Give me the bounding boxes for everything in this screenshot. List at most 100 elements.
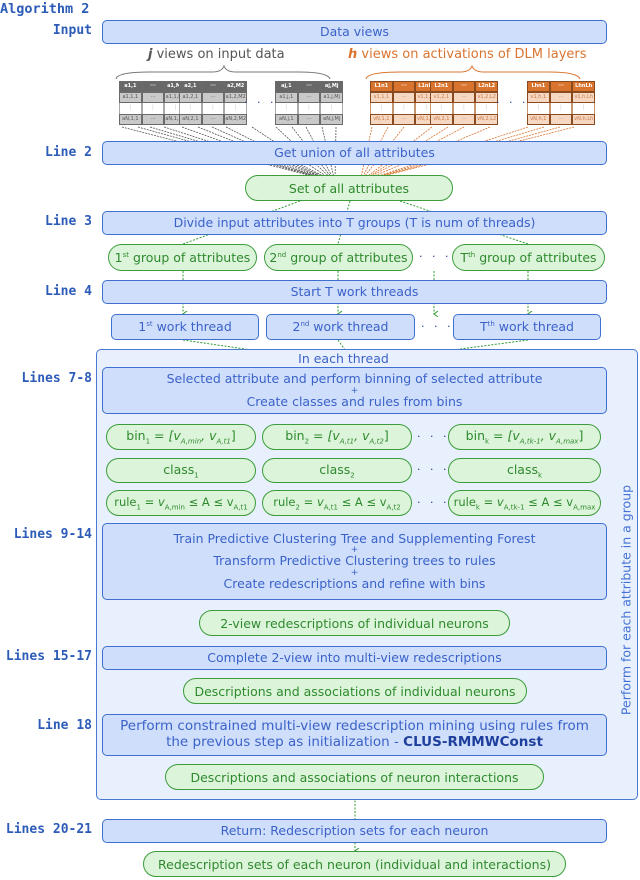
group-label: group of attributes — [286, 250, 408, 265]
thread-label: work thread — [309, 318, 389, 334]
bin-index: 2 — [304, 437, 310, 446]
cell: ··· — [549, 92, 573, 103]
classes-ellipsis: · · · — [417, 463, 450, 476]
label-lines-7-8: Lines 7-8 — [21, 371, 92, 386]
orange-tables-ellipsis: · · · — [496, 96, 529, 109]
constrained-line-2-text: the previous step as initialization - — [166, 734, 404, 750]
cell: aj,Mj — [320, 81, 344, 92]
thread-label: work thread — [494, 318, 574, 334]
work-thread-2: 2nd work thread — [266, 314, 415, 340]
bin-1-expr: bin1 = [vA,min, vA,t1] — [126, 428, 236, 446]
cell: ⋮ — [141, 103, 165, 114]
rules-ellipsis: · · · — [417, 496, 450, 509]
rule-1: rule1 = vA,min ≤ A ≤ vA,t1 — [106, 490, 256, 516]
set-of-all-attributes: Set of all attributes — [245, 175, 453, 201]
cell: vN,h,1 — [527, 114, 550, 125]
constrained-line-2: the previous step as initialization - CL… — [166, 734, 543, 751]
cell: a2,M2 — [224, 81, 248, 92]
label-line-3: Line 3 — [45, 214, 92, 229]
group-2-text: 2nd group of attributes — [269, 250, 407, 265]
gray-tables-ellipsis: · · · — [244, 96, 277, 109]
loop-label: Perform for each attribute in a group — [618, 484, 634, 716]
class-k-text: classk — [507, 462, 542, 480]
bin-lower: [v — [507, 428, 520, 444]
label-line-2: Line 2 — [45, 145, 92, 160]
rule-lower-sub: A,tk-1 — [503, 503, 525, 512]
attribute-group-2: 2nd group of attributes — [264, 244, 413, 271]
groups-ellipsis: · · · — [419, 250, 452, 263]
cell: aN,1,1 — [119, 114, 142, 125]
class-index: k — [537, 471, 543, 480]
bin-k-expr: bink = [vA,tk-1, vA,max] — [465, 428, 584, 446]
activation-view-table-1: L1n1 ··· L1nL1 v1,1,1 ··· v1,1,L1 ⋮ ⋮ ⋮ vN,1,1… — [370, 81, 439, 125]
train-line-3: Create redescriptions and refine with bi… — [223, 575, 486, 591]
label-line-18: Line 18 — [37, 718, 92, 733]
rule-lower-sub: A,min — [164, 503, 185, 512]
input-view-table-2: a2,1 ··· a2,M2 a1,2,1 ··· a1,2,M2 ⋮ ⋮ ⋮ aN,2,1… — [179, 81, 248, 125]
rule-k-expr: rulek = vA,tk-1 ≤ A ≤ vA,max — [453, 494, 596, 512]
complete-step-box: Complete 2-view into multi-view redescri… — [102, 646, 607, 670]
cell: ⋮ — [430, 103, 453, 114]
cell: LhnLh — [572, 81, 596, 92]
thread-ordinal: 1 — [138, 318, 147, 334]
cell: ··· — [452, 92, 476, 103]
bins-ellipsis: · · · — [417, 430, 450, 443]
divide-step-text: Divide input attributes into T groups (T… — [173, 214, 536, 230]
bin-2: bin2 = [vA,t1, vA,t2] — [262, 424, 412, 450]
cell: ··· — [392, 92, 416, 103]
binning-line-1: Selected attribute and perform binning o… — [166, 371, 543, 387]
class-2: class2 — [262, 458, 412, 483]
cell: ⋮ — [549, 103, 573, 114]
rule-var: v — [157, 494, 165, 509]
thread-ordinal: T — [480, 318, 488, 334]
input-view-table-j: aj,1 ··· aj,Mj a1,j,1 ··· a1,j,Mj ⋮ ⋮ ⋮ aN,j,1… — [275, 81, 344, 125]
label-lines-9-14: Lines 9-14 — [13, 527, 92, 542]
cell: aN,2,M2 — [224, 114, 248, 125]
cell: ··· — [201, 81, 225, 92]
rule-mid: ≤ A ≤ v — [524, 494, 574, 509]
divide-step-box: Divide input attributes into T groups (T… — [102, 211, 607, 235]
cell: ··· — [452, 81, 476, 92]
union-step-box: Get union of all attributes — [102, 141, 607, 165]
cell: vN,h,Lh — [572, 114, 596, 125]
bin-lower: [v — [168, 428, 181, 444]
cell: v1,1,1 — [370, 92, 393, 103]
cell: ··· — [297, 114, 321, 125]
group-ordinal: T — [460, 250, 469, 265]
bin-lower-sub: A,t1 — [339, 437, 355, 446]
activation-view-table-2: L2n1 ··· L2nL2 v1,2,1 ··· v1,2,L2 ⋮ ⋮ ⋮ vN,2,1… — [430, 81, 499, 125]
rule-k: rulek = vA,tk-1 ≤ A ≤ vA,max — [448, 490, 601, 516]
cell: aN,2,1 — [179, 114, 202, 125]
cell: a2,1 — [179, 81, 202, 92]
two-view-text: 2-view redescriptions of individual neur… — [220, 615, 489, 631]
class-index: 1 — [194, 471, 199, 480]
class-k: classk — [448, 458, 601, 483]
constrained-mining-box: Perform constrained multi-view redescrip… — [102, 714, 607, 756]
bin-close: ] — [578, 428, 584, 444]
bin-sep: , v — [540, 428, 557, 444]
bin-close: ] — [383, 428, 389, 444]
rule-upper-sub: A,max — [573, 503, 596, 512]
union-step-text: Get union of all attributes — [274, 144, 435, 160]
attribute-group-t: Tth group of attributes — [452, 244, 605, 271]
bin-index: k — [485, 437, 490, 446]
rule-var: v — [316, 494, 324, 509]
rule-2-expr: rule2 = vA,t1 ≤ A ≤ vA,t2 — [273, 494, 401, 512]
cell: v1,h,1 — [527, 92, 550, 103]
label-lines-20-21: Lines 20-21 — [5, 822, 92, 837]
individual-neuron-descriptions: Descriptions and associations of individ… — [183, 678, 527, 704]
group-ordinal-suffix: nd — [277, 250, 287, 259]
cell: vN,2,1 — [430, 114, 453, 125]
rule-mid: ≤ A ≤ v — [184, 494, 234, 509]
cell: ··· — [549, 81, 573, 92]
cell: L1n1 — [370, 81, 393, 92]
constrained-line-1: Perform constrained multi-view redescrip… — [120, 718, 589, 735]
cell: aj,1 — [275, 81, 298, 92]
thread-1-text: 1st work thread — [138, 318, 232, 335]
final-redescription-sets: Redescription sets of each neuron (indiv… — [143, 851, 566, 877]
interaction-descriptions-text: Descriptions and associations of neuron … — [190, 769, 519, 785]
class-name: class — [163, 461, 195, 477]
cell: ··· — [297, 81, 321, 92]
view-braces — [115, 64, 581, 80]
group-ordinal: 1 — [114, 250, 123, 265]
